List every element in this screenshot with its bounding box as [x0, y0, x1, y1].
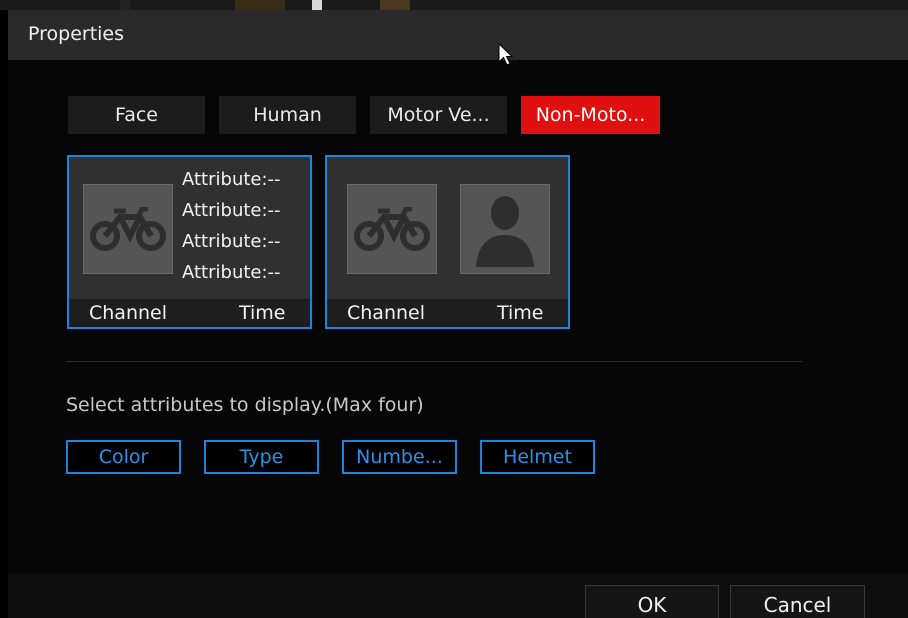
properties-dialog: Properties Face Human Motor Ve... Non-Mo…: [8, 10, 908, 618]
attribute-color-button[interactable]: Color: [66, 440, 181, 474]
tab-human[interactable]: Human: [219, 96, 356, 134]
tab-motor-vehicle[interactable]: Motor Ve...: [370, 96, 507, 134]
card-footer: Channel Time: [69, 299, 310, 327]
person-icon: [476, 196, 534, 267]
channel-label: Channel: [89, 302, 168, 324]
attribute-line: Attribute:--: [182, 262, 281, 283]
attribute-helmet-button[interactable]: Helmet: [480, 440, 595, 474]
layout-card-images[interactable]: Channel Time: [325, 155, 570, 329]
dialog-title: Properties: [28, 23, 125, 45]
channel-label: Channel: [347, 302, 426, 324]
dialog-titlebar: Properties: [8, 10, 908, 66]
attribute-number-button[interactable]: Numbe...: [342, 440, 457, 474]
cancel-button[interactable]: Cancel: [730, 585, 865, 618]
bicycle-icon: [90, 207, 166, 251]
tab-face[interactable]: Face: [68, 96, 205, 134]
attribute-hint: Select attributes to display.(Max four): [66, 394, 424, 416]
layout-card-attributes[interactable]: Attribute:-- Attribute:-- Attribute:-- A…: [67, 155, 312, 329]
bicycle-thumbnail: [83, 184, 173, 274]
attribute-line: Attribute:--: [182, 200, 281, 221]
section-divider: [66, 361, 802, 362]
bicycle-thumbnail: [347, 184, 437, 274]
bicycle-icon: [354, 207, 430, 251]
cursor-icon: [498, 43, 514, 66]
time-label: Time: [239, 302, 286, 324]
ok-button[interactable]: OK: [585, 585, 719, 618]
attribute-line: Attribute:--: [182, 169, 281, 190]
tab-non-motor-vehicle[interactable]: Non-Moto...: [521, 96, 660, 134]
background-video-strip: [0, 0, 908, 10]
person-thumbnail: [460, 184, 550, 274]
attribute-type-button[interactable]: Type: [204, 440, 319, 474]
attribute-line: Attribute:--: [182, 231, 281, 252]
card-footer: Channel Time: [327, 299, 568, 327]
time-label: Time: [497, 302, 544, 324]
